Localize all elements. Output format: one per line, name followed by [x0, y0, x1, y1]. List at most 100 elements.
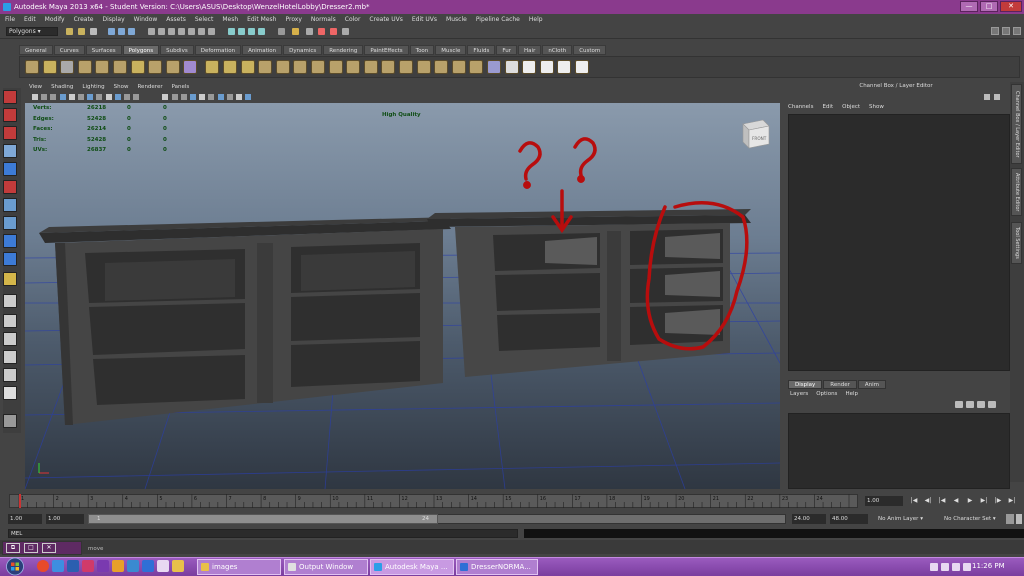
panel-tool-22-icon[interactable]	[245, 94, 252, 100]
panel-tool-6-icon[interactable]	[78, 94, 84, 100]
taskbar-task-1[interactable]: images	[197, 559, 281, 575]
photoshop-icon[interactable]	[142, 560, 154, 572]
panel-tool-5-icon[interactable]	[68, 94, 75, 100]
tray-arrow-icon[interactable]	[930, 563, 938, 571]
shelf-uv-sphere-icon[interactable]	[539, 60, 554, 74]
shelf-poly-helix-icon[interactable]	[183, 60, 198, 74]
mask-icon-6[interactable]	[198, 28, 205, 35]
play-forwards-button[interactable]: ▶	[964, 496, 976, 506]
move-tool-icon[interactable]	[3, 144, 17, 158]
shelf-tab-curves[interactable]: Curves	[53, 45, 85, 55]
shelf-uv-planar-icon[interactable]	[504, 60, 519, 74]
panel-tool-14-icon[interactable]	[171, 94, 178, 100]
lock-icon[interactable]	[292, 28, 299, 35]
menu-muscle[interactable]: Muscle	[446, 14, 467, 25]
menu-create-uvs[interactable]: Create UVs	[369, 14, 402, 25]
chrome-icon[interactable]	[37, 560, 49, 572]
render-icon[interactable]	[318, 28, 325, 35]
shelf-tab-muscle[interactable]: Muscle	[435, 45, 467, 55]
shelf-append-icon[interactable]	[381, 60, 396, 74]
battery-icon[interactable]	[952, 563, 960, 571]
current-time-marker[interactable]	[19, 494, 21, 508]
shelf-bool-intersect-icon[interactable]	[311, 60, 325, 74]
start-button[interactable]	[4, 557, 26, 576]
render-view-icon[interactable]	[306, 28, 313, 35]
layer-tab-render[interactable]: Render	[823, 380, 857, 389]
panel-tool-17-icon[interactable]	[199, 94, 206, 100]
menu-help[interactable]: Help	[529, 14, 543, 25]
panel-tool-11-icon[interactable]	[124, 94, 130, 100]
persp-graph-layout-icon[interactable]	[3, 350, 17, 364]
maximize-icon[interactable]: □	[24, 543, 38, 553]
four-pane-layout-icon[interactable]	[3, 314, 17, 328]
perspective-viewport[interactable]: Verts: 26218 0 0 Edges: 52428 0 0 Faces: 26214 0 0 T…	[25, 103, 780, 489]
shelf-poly-pyramid-icon[interactable]	[148, 60, 163, 74]
shelf-bool-union-icon[interactable]	[275, 60, 290, 74]
play-backwards-button[interactable]: ◀	[950, 496, 962, 506]
shelf-uv-cylinder-icon[interactable]	[522, 60, 537, 74]
volume-icon[interactable]	[963, 563, 971, 571]
current-frame-field[interactable]: 1.00	[865, 496, 903, 506]
menu-pipeline-cache[interactable]: Pipeline Cache	[476, 14, 520, 25]
custom-layout-icon[interactable]	[3, 414, 17, 428]
channel-menu-show[interactable]: Show	[869, 104, 884, 110]
shelf-poly-pipe-icon[interactable]	[165, 60, 180, 74]
panel-tool-8-icon[interactable]	[96, 94, 103, 100]
panel-menu-shading[interactable]: Shading	[51, 83, 73, 92]
menu-display[interactable]: Display	[103, 14, 125, 25]
panel-tool-1-icon[interactable]	[32, 94, 38, 100]
shelf-tab-fur[interactable]: Fur	[496, 45, 518, 55]
menu-file[interactable]: File	[5, 14, 15, 25]
shelf-insert-loop-icon[interactable]	[434, 60, 449, 74]
channel-menu-channels[interactable]: Channels	[788, 104, 813, 110]
taskbar-task-4[interactable]: DresserNORMA...	[456, 559, 538, 575]
menu-edit[interactable]: Edit	[24, 14, 36, 25]
open-scene-icon[interactable]	[78, 28, 85, 35]
shelf-tab-general[interactable]: General	[19, 45, 53, 55]
panel-tool-20-icon[interactable]	[226, 94, 233, 100]
panel-menu-lighting[interactable]: Lighting	[82, 83, 104, 92]
new-layer-selected-icon[interactable]	[966, 401, 974, 408]
shelf-poly-prism-icon[interactable]	[130, 60, 145, 74]
menu-edit-uvs[interactable]: Edit UVs	[412, 14, 437, 25]
shelf-tab-surfaces[interactable]: Surfaces	[85, 45, 122, 55]
internet-explorer-icon[interactable]	[52, 560, 64, 572]
snap-curve-icon[interactable]	[238, 28, 245, 35]
shelf-smooth-icon[interactable]	[258, 60, 273, 74]
close-button[interactable]: ✕	[1000, 1, 1022, 12]
panel-tool-2-icon[interactable]	[41, 94, 48, 100]
shelf-merge-icon[interactable]	[487, 60, 501, 74]
shelf-tab-dynamics[interactable]: Dynamics	[283, 45, 323, 55]
toggle-tool-settings-icon[interactable]	[1002, 27, 1010, 35]
layer-menu-options[interactable]: Options	[816, 391, 837, 397]
shelf-uv-auto-icon[interactable]	[557, 60, 572, 74]
polygon-tool-icon[interactable]	[3, 272, 17, 286]
shelf-tab-subdivs[interactable]: Subdivs	[160, 45, 194, 55]
panel-tool-19-icon[interactable]	[217, 94, 224, 100]
shelf-poly-torus-icon[interactable]	[113, 60, 127, 74]
shelf-bool-diff-icon[interactable]	[293, 60, 308, 74]
shelf-poly-cube-icon[interactable]	[42, 60, 57, 74]
shelf-poly-sphere-icon[interactable]	[25, 60, 39, 74]
rotate-tool-icon[interactable]	[3, 162, 17, 176]
mel-input[interactable]: MEL	[8, 529, 518, 538]
snap-grid-icon[interactable]	[228, 28, 235, 35]
panel-tool-15-icon[interactable]	[180, 94, 187, 100]
mask-icon-5[interactable]	[188, 28, 195, 35]
layer-tab-anim[interactable]: Anim	[857, 380, 887, 389]
shelf-tab-painteffects[interactable]: PaintEffects	[364, 45, 409, 55]
step-forward-frame-button[interactable]: ▶|	[978, 496, 990, 506]
menu-normals[interactable]: Normals	[311, 14, 336, 25]
explorer-icon[interactable]	[172, 560, 184, 572]
panel-menu-panels[interactable]: Panels	[172, 83, 190, 92]
select-object-icon[interactable]	[118, 28, 125, 35]
network-icon[interactable]	[941, 563, 949, 571]
go-to-end-button[interactable]: ▶|	[1006, 496, 1018, 506]
taskbar-task-3[interactable]: Autodesk Maya ...	[370, 559, 454, 575]
tab-tool-settings[interactable]: Tool Settings	[1011, 222, 1022, 264]
shelf-checker-icon[interactable]	[575, 60, 589, 74]
move-layer-down-icon[interactable]	[988, 401, 996, 408]
panel-menu-renderer[interactable]: Renderer	[137, 83, 162, 92]
mask-icon-4[interactable]	[178, 28, 185, 35]
snap-point-icon[interactable]	[248, 28, 255, 35]
